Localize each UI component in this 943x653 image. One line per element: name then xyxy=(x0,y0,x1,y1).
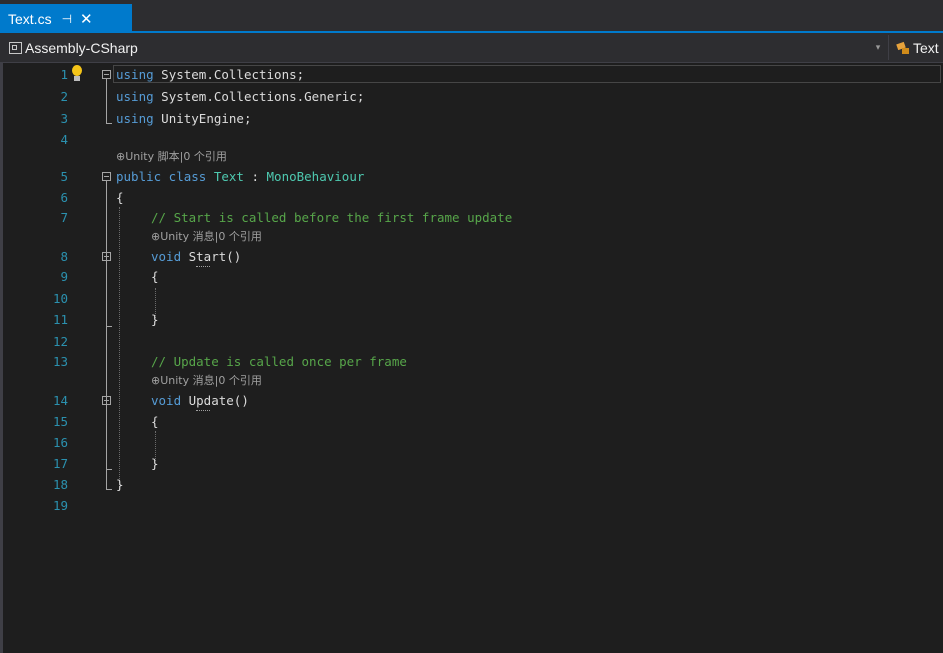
document-tab-strip: Text.cs ⊣ ✕ xyxy=(0,0,943,33)
left-edge-strip xyxy=(0,63,3,653)
type-name: Text xyxy=(206,169,244,184)
navigation-bar: Assembly-CSharp ▾ Text xyxy=(0,33,943,63)
code-line: using UnityEngine; xyxy=(116,110,251,128)
collapse-update-icon[interactable] xyxy=(102,396,111,405)
code-text: Update() xyxy=(181,393,249,408)
outline-end xyxy=(106,469,112,470)
codelens-update[interactable]: ⊕Unity 消息|0 个引用 xyxy=(151,373,262,389)
line-number: 4 xyxy=(60,132,68,147)
code-line: public class Text : MonoBehaviour xyxy=(116,168,364,186)
outline-line xyxy=(106,405,107,470)
line-number: 11 xyxy=(52,312,68,327)
keyword: public xyxy=(116,169,162,184)
chevron-down-icon[interactable]: ▾ xyxy=(868,33,888,62)
collapse-using-icon[interactable] xyxy=(102,70,111,79)
code-text: System.Collections.Generic; xyxy=(153,89,365,104)
codelens-start[interactable]: ⊕Unity 消息|0 个引用 xyxy=(151,229,262,245)
class-icon xyxy=(896,41,910,55)
keyword: class xyxy=(161,169,207,184)
line-number: 2 xyxy=(60,89,68,104)
collapse-start-icon[interactable] xyxy=(102,252,111,261)
outline-end xyxy=(106,326,112,327)
suggestion-dots xyxy=(196,264,210,267)
line-number: 15 xyxy=(52,414,68,429)
outline-line xyxy=(106,79,107,124)
keyword: void xyxy=(151,249,182,264)
member-name: Text xyxy=(913,39,939,56)
code-text: : xyxy=(243,169,267,184)
code-text: UnityEngine; xyxy=(153,111,252,126)
lightbulb-icon[interactable] xyxy=(69,65,85,83)
code-line: using System.Collections; xyxy=(116,66,304,84)
keyword: using xyxy=(116,89,154,104)
pin-icon[interactable]: ⊣ xyxy=(62,12,72,26)
keyword: void xyxy=(151,393,182,408)
code-line: } xyxy=(151,456,159,471)
line-number: 14 xyxy=(52,393,68,408)
code-editor[interactable]: 1 2 3 4 5 6 7 8 9 10 11 12 13 14 15 16 1… xyxy=(0,63,943,653)
keyword: using xyxy=(116,111,154,126)
line-number: 7 xyxy=(60,210,68,225)
line-number: 17 xyxy=(52,456,68,471)
code-line: } xyxy=(151,312,159,327)
outline-end xyxy=(106,489,112,490)
line-number: 9 xyxy=(60,269,68,284)
code-line: using System.Collections.Generic; xyxy=(116,88,364,106)
indent-guide xyxy=(119,207,120,489)
code-text: Start() xyxy=(181,249,242,264)
lightbulb-base xyxy=(74,76,80,81)
line-number: 19 xyxy=(52,498,68,513)
codelens-class[interactable]: ⊕Unity 脚本|0 个引用 xyxy=(116,149,227,165)
line-number: 10 xyxy=(52,291,68,306)
project-name: Assembly-CSharp xyxy=(25,39,138,56)
line-number: 3 xyxy=(60,111,68,126)
type-name: MonoBehaviour xyxy=(266,169,365,184)
line-number: 1 xyxy=(60,67,68,82)
csharp-project-icon xyxy=(9,41,22,54)
close-icon[interactable]: ✕ xyxy=(80,10,93,28)
code-line: { xyxy=(116,190,124,205)
lightbulb-glass xyxy=(72,65,82,76)
member-dropdown[interactable]: Text xyxy=(892,33,943,62)
line-number: 16 xyxy=(52,435,68,450)
line-number: 12 xyxy=(52,334,68,349)
tab-title: Text.cs xyxy=(8,10,52,27)
code-line: } xyxy=(116,477,124,492)
comment-line: // Update is called once per frame xyxy=(151,354,407,369)
suggestion-dots xyxy=(196,408,210,411)
outline-end xyxy=(106,123,112,124)
line-number: 5 xyxy=(60,169,68,184)
collapse-class-icon[interactable] xyxy=(102,172,111,181)
comment-line: // Start is called before the first fram… xyxy=(151,210,513,225)
code-text: System.Collections; xyxy=(153,67,305,82)
line-number: 18 xyxy=(52,477,68,492)
outline-line xyxy=(106,261,107,327)
navbar-separator xyxy=(888,35,889,60)
project-dropdown[interactable]: Assembly-CSharp xyxy=(0,33,888,62)
code-line: { xyxy=(151,269,159,284)
line-number: 13 xyxy=(52,354,68,369)
line-number: 8 xyxy=(60,249,68,264)
tab-text-cs[interactable]: Text.cs ⊣ ✕ xyxy=(0,4,132,33)
keyword: using xyxy=(116,67,154,82)
line-number: 6 xyxy=(60,190,68,205)
code-line: { xyxy=(151,414,159,429)
